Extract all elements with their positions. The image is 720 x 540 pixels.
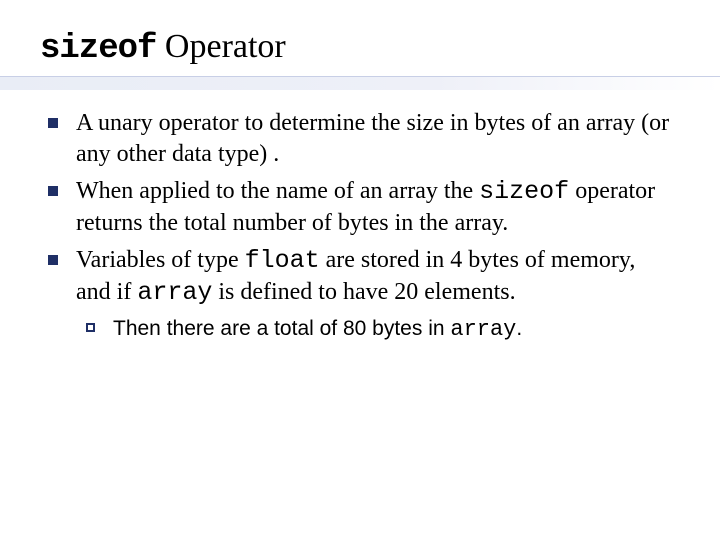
- code-span: float: [245, 246, 320, 275]
- text-span: Variables of type: [76, 247, 245, 273]
- bullet-item: When applied to the name of an array the…: [48, 176, 672, 239]
- bullet-text: Variables of type float are stored in 4 …: [76, 245, 672, 309]
- code-span: sizeof: [479, 177, 569, 206]
- square-bullet-icon: [48, 255, 58, 265]
- hollow-square-bullet-icon: [86, 323, 95, 332]
- square-bullet-icon: [48, 186, 58, 196]
- bullet-text: When applied to the name of an array the…: [76, 176, 672, 239]
- title-rest: Operator: [156, 28, 285, 65]
- slide-title: sizeof Operator: [40, 28, 720, 68]
- text-span: .: [516, 317, 522, 340]
- text-span: A unary operator to determine the size i…: [76, 110, 669, 167]
- text-span: Then there are a total of 80 bytes in: [113, 317, 450, 340]
- bullet-text: A unary operator to determine the size i…: [76, 108, 672, 169]
- bullet-item: A unary operator to determine the size i…: [48, 108, 672, 169]
- text-span: When applied to the name of an array the: [76, 178, 479, 204]
- title-code: sizeof: [40, 30, 156, 68]
- code-span: array: [450, 317, 516, 342]
- slide-title-area: sizeof Operator: [0, 0, 720, 68]
- square-bullet-icon: [48, 118, 58, 128]
- code-span: array: [137, 278, 212, 307]
- bullet-item: Variables of type float are stored in 4 …: [48, 245, 672, 309]
- title-divider: [0, 76, 720, 90]
- text-span: is defined to have 20 elements.: [212, 279, 515, 305]
- slide-content: A unary operator to determine the size i…: [0, 90, 720, 344]
- sub-bullet-item: Then there are a total of 80 bytes in ar…: [86, 315, 672, 345]
- sub-bullet-text: Then there are a total of 80 bytes in ar…: [113, 315, 522, 345]
